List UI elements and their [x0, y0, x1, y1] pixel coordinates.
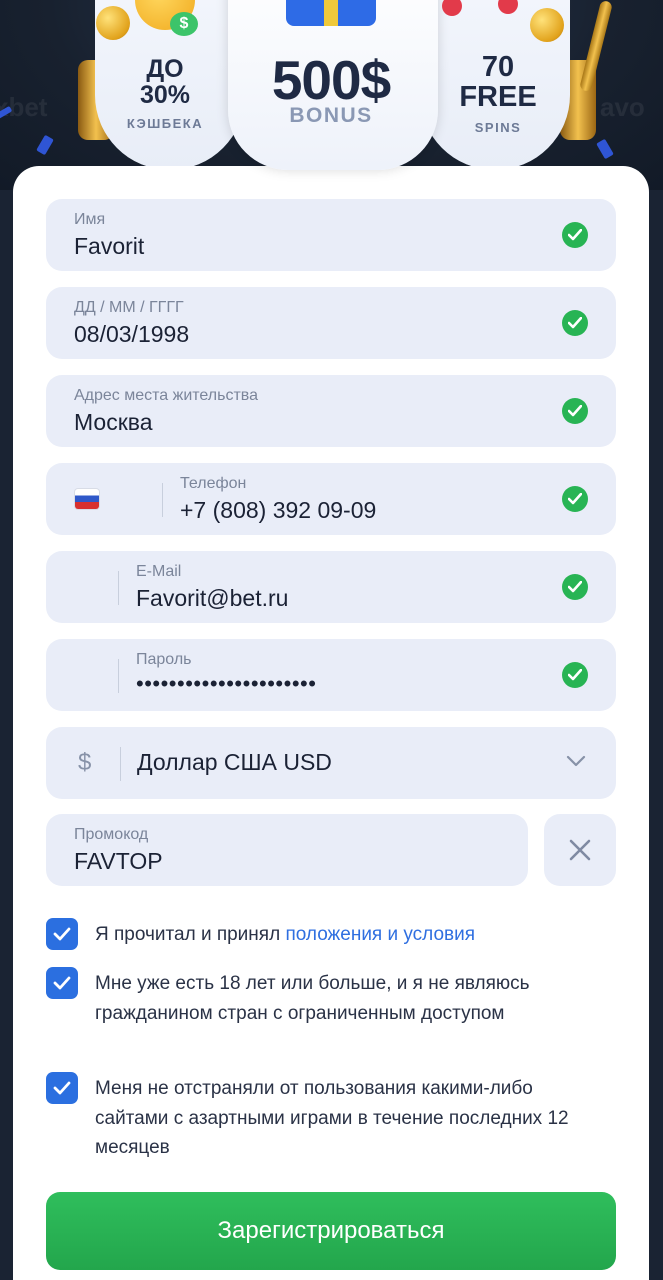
register-button[interactable]: Зарегистрироваться [46, 1192, 616, 1270]
cashback-label: КЭШБЕКА [126, 116, 204, 131]
chevron-down-icon[interactable] [566, 754, 586, 772]
password-value[interactable]: •••••••••••••••••••••• [136, 671, 316, 697]
cashback-prefix: ДО [146, 55, 184, 83]
coin-icon [530, 8, 564, 42]
bonus-promo: 500$ BONUS [238, 50, 424, 128]
cashback-value: 30% [139, 81, 191, 109]
promo-banner: xbet avo $ ДО 30% КЭШБЕКА 500$ BONUS 70 … [0, 0, 663, 190]
name-field[interactable]: Имя Favorit [46, 199, 616, 271]
confetti-decoration [596, 138, 614, 160]
password-label: Пароль [136, 651, 192, 668]
address-value[interactable]: Москва [74, 409, 153, 436]
gambling-text: Меня не отстраняли от пользования какими… [95, 1078, 569, 1158]
currency-value: Доллар США USD [137, 749, 332, 775]
spins-free: FREE [459, 81, 537, 113]
address-field[interactable]: Адрес места жительства Москва [46, 375, 616, 447]
valid-check-icon [562, 398, 588, 424]
terms-link[interactable]: положения и условия [285, 924, 475, 945]
password-field[interactable]: Пароль •••••••••••••••••••••• [46, 639, 616, 711]
name-value[interactable]: Favorit [74, 233, 144, 260]
promo-value[interactable]: FAVTOP [74, 848, 163, 875]
birthdate-value[interactable]: 08/03/1998 [74, 321, 189, 348]
coin-icon [96, 6, 130, 40]
dollar-badge-icon: $ [170, 12, 198, 36]
phone-label: Телефон [180, 475, 247, 492]
background-watermark-right: avo [600, 92, 645, 122]
clear-promo-button[interactable] [544, 814, 616, 886]
cashback-promo: ДО 30% КЭШБЕКА [112, 56, 218, 131]
confetti-decoration [36, 134, 54, 156]
valid-check-icon [562, 574, 588, 600]
gambling-checkbox-row[interactable]: Меня не отстраняли от пользования какими… [46, 1072, 616, 1164]
field-divider [120, 747, 121, 781]
name-label: Имя [74, 211, 106, 228]
email-label: E-Mail [136, 563, 182, 580]
bonus-label: BONUS [289, 104, 373, 127]
birthdate-field[interactable]: ДД / ММ / ГГГГ 08/03/1998 [46, 287, 616, 359]
promo-code-field[interactable]: Промокод FAVTOP [46, 814, 528, 886]
field-divider [118, 571, 119, 605]
terms-text-prefix: Я прочитал и принял [95, 924, 286, 945]
valid-check-icon [562, 310, 588, 336]
age-checkbox[interactable] [46, 967, 78, 999]
spins-promo: 70 FREE SPINS [448, 52, 548, 135]
currency-symbol: $ [78, 749, 92, 776]
currency-select[interactable]: $ Доллар США USD [46, 727, 616, 799]
spins-label: SPINS [474, 120, 522, 135]
field-divider [118, 659, 119, 693]
terms-checkbox[interactable] [46, 918, 78, 950]
slot-lever-icon [579, 0, 613, 93]
birthdate-label: ДД / ММ / ГГГГ [74, 299, 184, 316]
field-divider [162, 483, 163, 517]
gambling-checkbox[interactable] [46, 1072, 78, 1104]
age-checkbox-row[interactable]: Мне уже есть 18 лет или больше, и я не я… [46, 967, 616, 1059]
email-value[interactable]: Favorit@bet.ru [136, 585, 288, 612]
russia-flag-icon[interactable] [75, 489, 99, 509]
valid-check-icon [562, 222, 588, 248]
terms-checkbox-row[interactable]: Я прочитал и принял положения и условия [46, 918, 616, 952]
close-icon [569, 839, 591, 861]
age-text: Мне уже есть 18 лет или больше, и я не я… [95, 973, 530, 1024]
valid-check-icon [562, 662, 588, 688]
spins-value: 70 [481, 51, 515, 83]
phone-field[interactable]: Телефон +7 (808) 392 09-09 [46, 463, 616, 535]
email-field[interactable]: E-Mail Favorit@bet.ru [46, 551, 616, 623]
promo-label: Промокод [74, 826, 149, 843]
valid-check-icon [562, 486, 588, 512]
bonus-value: 500$ [271, 49, 391, 111]
phone-value[interactable]: +7 (808) 392 09-09 [180, 497, 376, 524]
gift-box-icon [286, 0, 376, 26]
registration-form: Имя Favorit ДД / ММ / ГГГГ 08/03/1998 Ад… [13, 166, 649, 1280]
terms-text: Я прочитал и принял положения и условия [95, 920, 575, 950]
address-label: Адрес места жительства [74, 387, 259, 404]
